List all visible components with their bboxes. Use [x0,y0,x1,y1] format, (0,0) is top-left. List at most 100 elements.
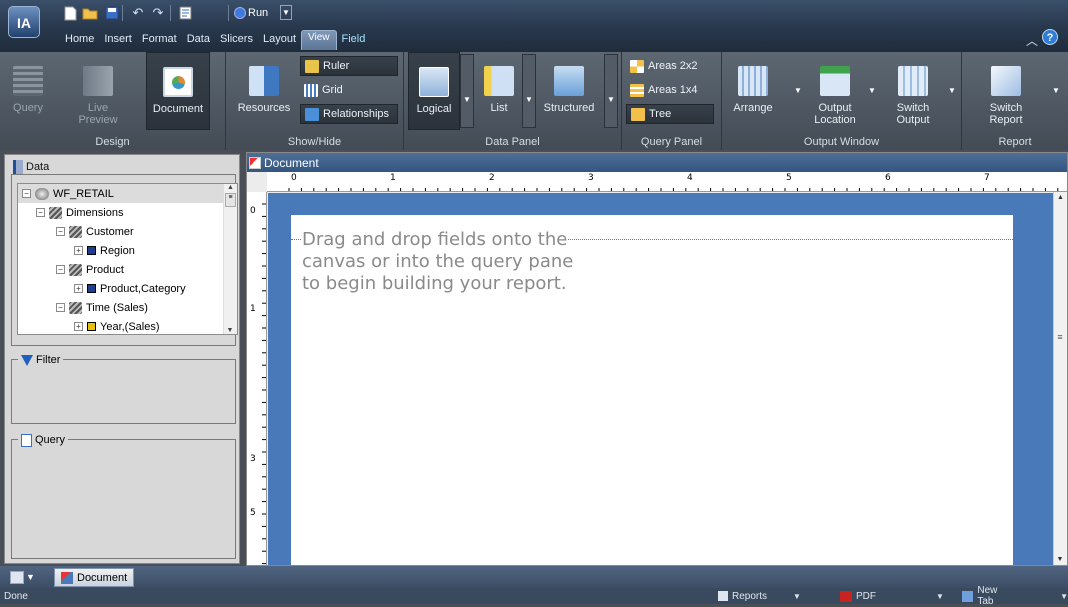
dimension-icon [69,301,82,314]
field-icon-yellow [87,322,96,331]
tree-node-region[interactable]: + Region [74,241,135,260]
expand-icon[interactable]: + [74,246,83,255]
arrange-dropdown-icon[interactable]: ▼ [794,86,802,95]
pdf-icon [840,590,852,602]
redo-icon[interactable]: ↷ [150,5,166,21]
query-button[interactable]: Query [6,52,50,130]
run-dropdown-button[interactable]: ▼ [280,5,292,20]
collapse-icon[interactable]: − [56,303,65,312]
logical-button[interactable]: Logical [408,52,460,130]
tab-data[interactable]: Data [182,30,215,50]
scroll-down-icon[interactable]: ▼ [1054,556,1066,563]
querypanel-group: Areas 2x2 Areas 1x4 Tree Query Panel [622,52,722,150]
vertical-ruler[interactable]: 0 1 3 5 [247,192,267,565]
new-file-icon[interactable] [62,5,78,21]
expand-icon[interactable]: + [74,322,83,331]
live-preview-button[interactable]: Live Preview [76,52,120,130]
undo-icon[interactable]: ↶ [130,5,146,21]
chevron-down-icon: ▼ [793,591,801,601]
data-tree[interactable]: − WF_RETAIL − Dimensions − Customer + Re… [17,183,238,335]
expand-icon[interactable]: + [74,284,83,293]
tree-node-year-sales[interactable]: + Year,(Sales) [74,317,160,334]
tab-field[interactable]: Field [337,30,371,50]
help-icon[interactable]: ? [1042,29,1058,45]
tree-node-customer[interactable]: − Customer [56,222,134,241]
tree-node-time-sales[interactable]: − Time (Sales) [56,298,148,317]
scroll-up-icon[interactable]: ▲ [224,184,237,191]
switch-report-button[interactable]: Switch Report [976,52,1036,130]
tab-layout[interactable]: Layout [258,30,301,50]
ruler-h-label: 1 [390,173,396,183]
tree-button[interactable]: Tree [626,104,714,124]
collapse-icon[interactable]: − [22,189,31,198]
tab-view[interactable]: View [301,30,337,50]
ruler-h-label: 2 [489,173,495,183]
structured-dropdown[interactable]: ▼ [604,54,618,128]
collapse-ribbon-icon[interactable]: ︿ [1026,32,1038,49]
design-group: Query Live Preview Document Design [0,52,226,150]
switch-output-button[interactable]: Switch Output [882,52,944,130]
tab-home[interactable]: Home [60,30,99,50]
report-page[interactable]: Drag and drop fields onto the canvas or … [291,215,1013,565]
report-icon[interactable] [178,5,194,21]
arrange-button[interactable]: Arrange [728,52,778,130]
arrange-icon [738,66,768,96]
pdf-status-item[interactable]: PDF ▼ [840,589,944,603]
list-button[interactable]: List [476,52,522,130]
tab-menu-button[interactable]: ▼ [10,569,42,585]
scroll-thumb[interactable]: ≡ [225,193,236,207]
relationships-icon [305,107,319,121]
app-logo[interactable]: IA [8,6,40,38]
output-location-button[interactable]: Output Location [804,52,866,130]
collapse-icon[interactable]: − [56,265,65,274]
reports-status-item[interactable]: Reports ▼ [718,589,801,603]
scroll-up-icon[interactable]: ▲ [1054,194,1067,201]
horizontal-ruler[interactable]: 0 1 2 3 4 5 6 7 [267,172,1067,192]
canvas-scrollbar[interactable]: ▲ ≡ ▼ [1053,192,1067,565]
document-button[interactable]: Document [146,52,210,130]
tab-insert[interactable]: Insert [99,30,137,50]
scroll-grip-icon[interactable]: ≡ [1054,332,1066,342]
tab-format[interactable]: Format [137,30,182,50]
scroll-down-icon[interactable]: ▼ [224,327,236,334]
list-dropdown[interactable]: ▼ [522,54,536,128]
collapse-icon[interactable]: − [56,227,65,236]
relationships-toggle[interactable]: Relationships [300,104,398,124]
tab-slicers[interactable]: Slicers [215,30,258,50]
drop-hint-text: Drag and drop fields onto the canvas or … [302,229,574,294]
tree-scrollbar[interactable]: ▲ ≡ ▼ [223,184,237,334]
ruler-h-label: 5 [786,173,792,183]
areas-2x2-button[interactable]: Areas 2x2 [626,56,718,76]
showhide-group: Resources Ruler Grid Relationships Show/… [226,52,404,150]
query-panel[interactable]: Query [11,432,236,559]
ruler-h-label: 6 [885,173,891,183]
areas-1x4-icon [630,83,644,97]
tree-node-wf-retail[interactable]: − WF_RETAIL [18,184,224,203]
new-tab-status-item[interactable]: New Tab ▼ [962,585,1068,607]
save-icon[interactable] [104,5,120,21]
run-button[interactable]: Run [234,5,268,21]
chevron-down-icon: ▼ [936,591,944,601]
ruler-h-label: 4 [687,173,693,183]
switch-report-dropdown-icon[interactable]: ▼ [1052,86,1060,95]
design-group-label: Design [95,136,130,148]
logical-dropdown[interactable]: ▼ [460,54,474,128]
document-bottom-tab[interactable]: Document [54,568,135,587]
document-tab[interactable]: Document [249,155,319,171]
querypanel-group-label: Query Panel [640,136,703,148]
structured-button[interactable]: Structured [538,52,600,130]
tree-node-dimensions[interactable]: − Dimensions [36,203,123,222]
filter-panel[interactable]: Filter [11,352,236,424]
resources-button[interactable]: Resources [232,52,296,130]
tree-node-product[interactable]: − Product [56,260,124,279]
areas-1x4-button[interactable]: Areas 1x4 [626,80,718,100]
ruler-toggle[interactable]: Ruler [300,56,398,76]
query-icon [13,66,43,96]
collapse-icon[interactable]: − [36,208,45,217]
switch-output-dropdown-icon[interactable]: ▼ [948,86,956,95]
open-folder-icon[interactable] [82,5,98,21]
reports-icon [718,591,728,601]
grid-toggle[interactable]: Grid [300,80,398,100]
output-location-dropdown-icon[interactable]: ▼ [868,86,876,95]
tree-node-product-category[interactable]: + Product,Category [74,279,186,298]
